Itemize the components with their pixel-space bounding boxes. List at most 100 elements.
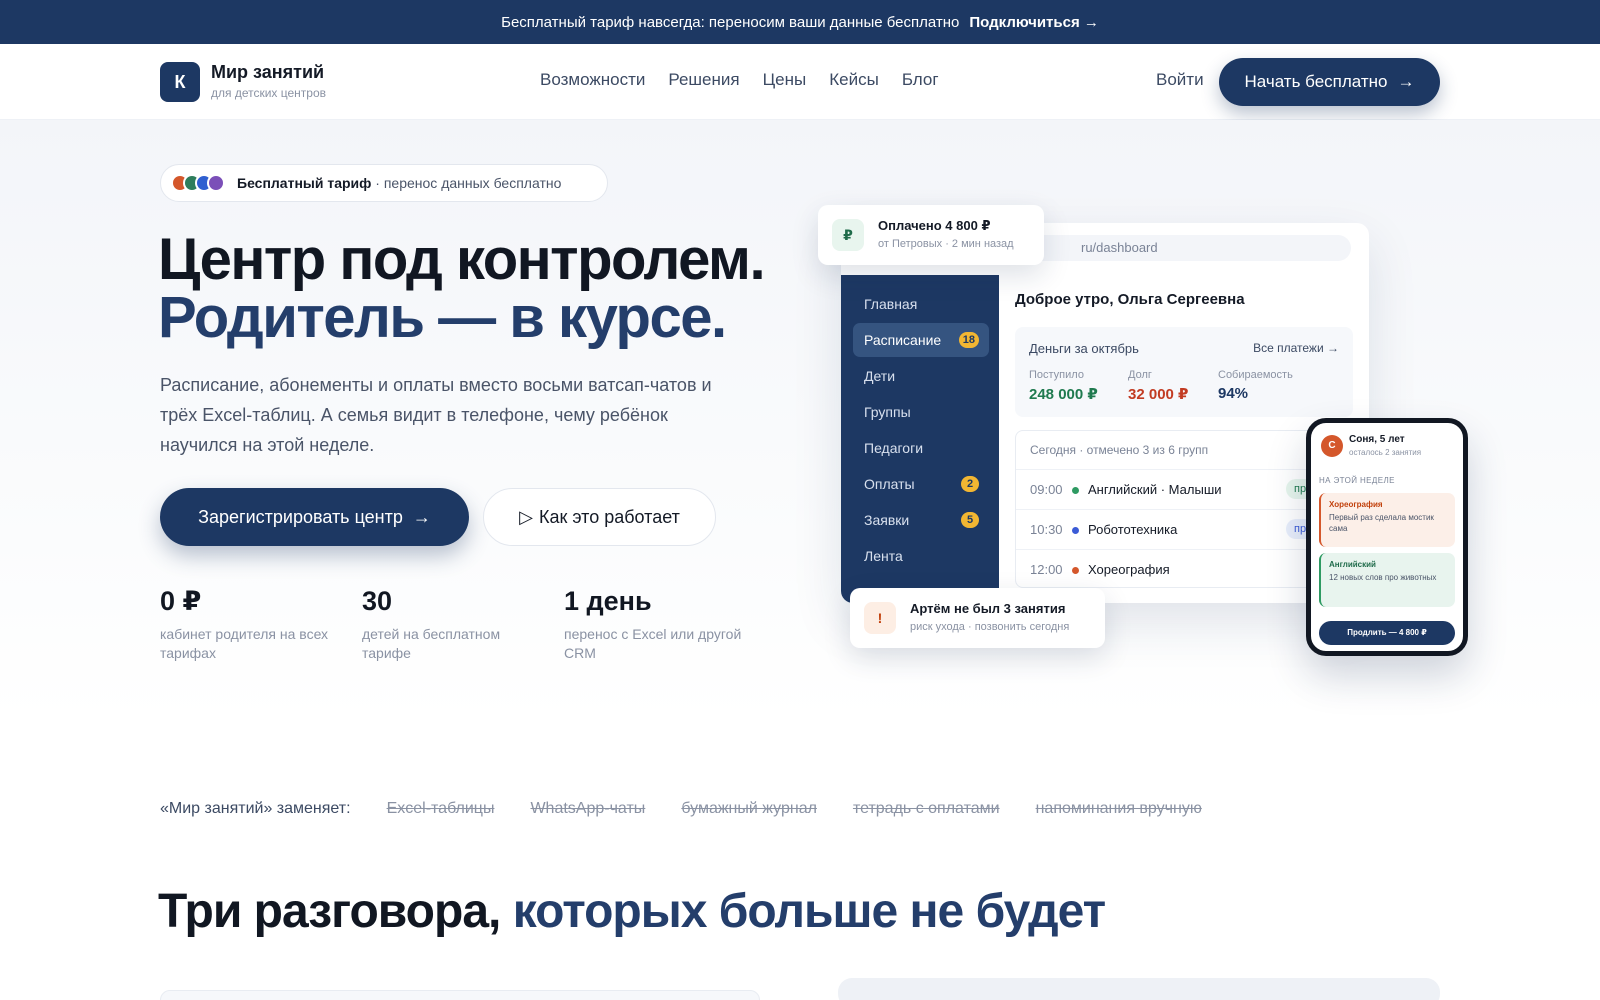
brand-subtitle: для детских центров bbox=[211, 86, 327, 100]
hero-title-line1: Центр под контролем. bbox=[158, 227, 766, 292]
lesson-name: Английский · Малыши bbox=[1088, 482, 1222, 497]
money-value: 248 000 ₽ bbox=[1029, 386, 1098, 403]
nav-item-features[interactable]: Возможности bbox=[540, 70, 645, 90]
schedule-row[interactable]: 12:00 Хореография bbox=[1016, 549, 1354, 589]
replaced-item: напоминания вручную bbox=[1035, 800, 1202, 817]
card-preview-right bbox=[838, 978, 1440, 1000]
lesson-time: 10:30 bbox=[1030, 522, 1063, 537]
payment-notification: ₽ Оплачено 4 800 ₽ от Петровых · 2 мин н… bbox=[818, 205, 1044, 265]
start-free-label: Начать бесплатно bbox=[1244, 72, 1388, 91]
announcement-bar: Бесплатный тариф навсегда: переносим ваш… bbox=[0, 0, 1600, 44]
login-link[interactable]: Войти bbox=[1156, 70, 1204, 90]
replaces-label: «Мир занятий» заменяет: bbox=[160, 800, 351, 817]
count-badge: 2 bbox=[961, 476, 979, 492]
progress-card: Английский 12 новых слов про животных bbox=[1319, 553, 1455, 607]
today-header: Сегодня · отмечено 3 из 6 групп bbox=[1030, 443, 1209, 457]
brand-name[interactable]: Мир занятий bbox=[211, 62, 324, 83]
progress-card-text: Первый раз сделала мостик сама bbox=[1329, 513, 1434, 533]
sidebar-item-label: Заявки bbox=[864, 512, 910, 528]
hero-title-line2: Родитель — в курсе. bbox=[158, 285, 727, 350]
register-center-button[interactable]: Зарегистрировать центр → bbox=[160, 488, 469, 546]
alert-title: Артём не был 3 занятия bbox=[910, 601, 1066, 616]
progress-card-title: Английский bbox=[1329, 560, 1376, 569]
sidebar-item-label: Лента bbox=[864, 548, 903, 564]
progress-card-text: 12 новых слов про животных bbox=[1329, 573, 1437, 582]
money-value: 94% bbox=[1218, 385, 1249, 402]
sidebar-item-label: Оплаты bbox=[864, 476, 915, 492]
replaced-item: WhatsApp-чаты bbox=[530, 800, 646, 817]
money-label: Собираемость bbox=[1218, 369, 1293, 381]
sidebar-item-groups[interactable]: Группы bbox=[853, 395, 989, 429]
register-center-label: Зарегистрировать центр bbox=[198, 506, 403, 527]
ruble-icon: ₽ bbox=[832, 219, 864, 251]
start-free-button[interactable]: Начать бесплатно → bbox=[1219, 58, 1440, 106]
stat-label: кабинет родителя на всех тарифах bbox=[160, 626, 329, 661]
replaced-item: Excel-таблицы bbox=[386, 800, 495, 817]
schedule-row[interactable]: 10:30 Робототехника при bbox=[1016, 509, 1354, 549]
dashboard-greeting: Доброе утро, Ольга Сергеевна bbox=[1015, 291, 1245, 308]
nav-item-cases[interactable]: Кейсы bbox=[829, 70, 879, 90]
nav-item-pricing[interactable]: Цены bbox=[763, 70, 807, 90]
sidebar-item-label: Расписание bbox=[864, 332, 942, 348]
money-label: Поступило bbox=[1029, 369, 1084, 381]
stat-free-kids: 30 детей на бесплатном тарифе bbox=[362, 586, 542, 663]
replaced-item: бумажный журнал bbox=[681, 800, 817, 817]
status-dot-icon bbox=[1072, 527, 1079, 534]
today-schedule: Сегодня · отмечено 3 из 6 групп 09:00 Ан… bbox=[1015, 430, 1354, 589]
money-label: Долг bbox=[1128, 369, 1152, 381]
sidebar-item-label: Группы bbox=[864, 404, 911, 420]
stat-label: детей на бесплатном тарифе bbox=[362, 626, 501, 661]
hero-lead: Расписание, абонементы и оплаты вместо в… bbox=[160, 375, 712, 455]
sidebar-item-teachers[interactable]: Педагоги bbox=[853, 431, 989, 465]
dashboard-mockup: ru/dashboard Главная Расписание 18 Дети Г… bbox=[841, 223, 1369, 603]
nav-item-solutions[interactable]: Решения bbox=[668, 70, 739, 90]
play-icon: ▷ bbox=[519, 506, 533, 527]
sidebar-item-payments[interactable]: Оплаты 2 bbox=[853, 467, 989, 501]
status-dot-icon bbox=[1072, 487, 1079, 494]
sidebar-item-children[interactable]: Дети bbox=[853, 359, 989, 393]
schedule-row[interactable]: 09:00 Английский · Малыши при bbox=[1016, 469, 1354, 509]
announcement-connect-link[interactable]: Подключиться → bbox=[969, 14, 1099, 31]
how-it-works-label: Как это работает bbox=[538, 506, 680, 527]
stat-value: 30 bbox=[362, 586, 393, 616]
stat-migration: 1 день перенос с Excel или другой CRM bbox=[564, 586, 744, 663]
child-name: Соня, 5 лет bbox=[1349, 434, 1405, 445]
section-title: Три разговора, которых больше не будет bbox=[158, 884, 1106, 939]
this-week-label: НА ЭТОЙ НЕДЕЛЕ bbox=[1319, 476, 1395, 485]
section-title-part2: которых больше не будет bbox=[512, 885, 1106, 938]
child-avatar: С bbox=[1321, 435, 1343, 457]
alert-subtitle: риск ухода · позвонить сегодня bbox=[910, 621, 1070, 633]
sidebar-item-label: Педагоги bbox=[864, 440, 924, 456]
how-it-works-button[interactable]: ▷ Как это работает bbox=[483, 488, 716, 546]
stat-value: 1 день bbox=[564, 586, 652, 616]
arrow-right-icon: → bbox=[1397, 72, 1415, 91]
avatar-dot-icon bbox=[207, 174, 225, 192]
replaced-item: тетрадь с оплатами bbox=[852, 800, 1000, 817]
arrow-right-icon: → bbox=[412, 506, 431, 527]
lesson-time: 12:00 bbox=[1030, 562, 1063, 577]
pill-text: Бесплатный тариф · перенос данных беспла… bbox=[237, 175, 561, 191]
pill-rest: · перенос данных бесплатно bbox=[375, 175, 562, 191]
renew-button[interactable]: Продлить — 4 800 ₽ bbox=[1319, 621, 1455, 645]
sidebar-item-requests[interactable]: Заявки 5 bbox=[853, 503, 989, 537]
sidebar-item-schedule[interactable]: Расписание 18 bbox=[853, 323, 989, 357]
all-payments-link[interactable]: Все платежи → bbox=[1253, 341, 1339, 355]
money-debt: Долг 32 000 ₽ bbox=[1128, 369, 1188, 403]
nav-item-blog[interactable]: Блог bbox=[902, 70, 939, 90]
count-badge: 18 bbox=[958, 332, 979, 348]
sidebar-item-home[interactable]: Главная bbox=[853, 287, 989, 321]
free-plan-pill: Бесплатный тариф · перенос данных беспла… bbox=[160, 164, 608, 202]
status-dot-icon bbox=[1072, 567, 1079, 574]
money-received: Поступило 248 000 ₽ bbox=[1029, 369, 1098, 403]
logo-icon[interactable]: К bbox=[160, 62, 200, 102]
sidebar-item-label: Главная bbox=[864, 296, 918, 312]
money-title: Деньги за октябрь bbox=[1029, 341, 1139, 356]
section-title-part1: Три разговора, bbox=[158, 885, 501, 938]
money-value: 32 000 ₽ bbox=[1128, 386, 1189, 403]
stat-value: 0 ₽ bbox=[160, 586, 202, 616]
warning-icon: ! bbox=[864, 602, 896, 634]
sidebar-item-feed[interactable]: Лента bbox=[853, 539, 989, 573]
stat-label: перенос с Excel или другой CRM bbox=[564, 626, 742, 661]
payment-subtitle: от Петровых · 2 мин назад bbox=[878, 238, 1014, 250]
money-panel: Деньги за октябрь Все платежи → Поступил… bbox=[1015, 327, 1353, 417]
